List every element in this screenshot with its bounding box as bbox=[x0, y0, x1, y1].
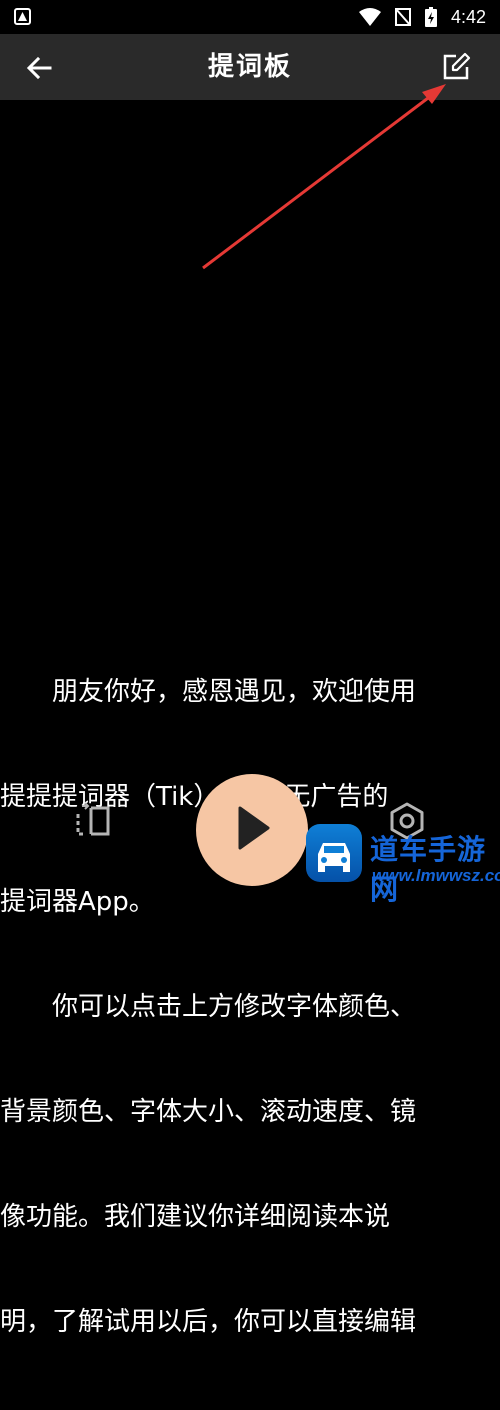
script-line: 像功能。我们建议你详细阅读本说 bbox=[0, 1202, 391, 1232]
site-watermark: 道车手游网 www.lmwwsz.com bbox=[306, 822, 500, 906]
play-button[interactable] bbox=[196, 774, 308, 886]
page-title: 提词板 bbox=[207, 52, 292, 82]
edit-icon bbox=[443, 52, 471, 80]
script-line: 明，了解试用以后，你可以直接编辑 bbox=[0, 1307, 417, 1337]
teleprompter-area[interactable]: 朋友你好，感恩遇见，欢迎使用 提提提词器（Tik），免费无广告的 提词器App。… bbox=[0, 100, 500, 1337]
wifi-icon bbox=[358, 8, 381, 26]
app-notification-icon bbox=[14, 8, 31, 25]
edit-button[interactable] bbox=[440, 51, 472, 83]
battery-icon bbox=[424, 7, 437, 27]
car-icon bbox=[318, 843, 350, 872]
no-signal-icon bbox=[394, 8, 411, 26]
script-text: 朋友你好，感恩遇见，欢迎使用 提提提词器（Tik），免费无广告的 提词器App。… bbox=[0, 605, 500, 1410]
watermark-url: www.lmwwsz.com bbox=[372, 866, 500, 885]
script-line: 朋友你好，感恩遇见，欢迎使用 bbox=[0, 677, 417, 707]
script-line: 背景颜色、字体大小、滚动速度、镜 bbox=[0, 1097, 417, 1127]
play-icon bbox=[238, 806, 270, 850]
car-logo bbox=[306, 824, 362, 882]
status-icons: 4:42 bbox=[358, 5, 486, 29]
clock: 4:42 bbox=[450, 6, 486, 27]
mirror-button[interactable] bbox=[74, 800, 114, 840]
app-toolbar: 提词板 bbox=[0, 34, 500, 100]
mirror-icon bbox=[76, 802, 110, 836]
script-line: 你可以点击上方修改字体颜色、 bbox=[0, 992, 417, 1022]
status-bar: 4:42 bbox=[0, 0, 500, 34]
